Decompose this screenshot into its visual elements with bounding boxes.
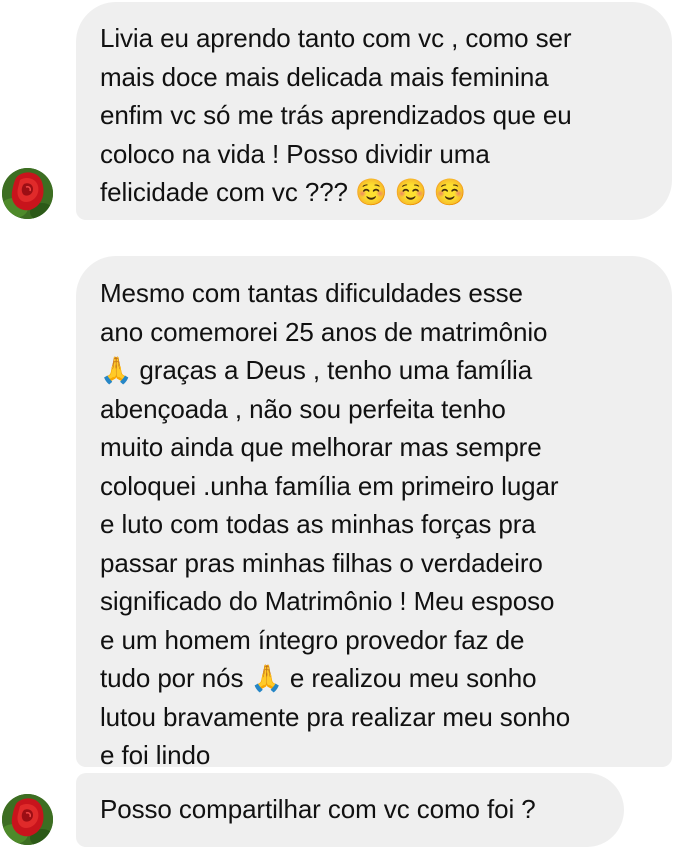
message-text-line: enfim vc só me trás aprendizados que eu — [100, 100, 572, 130]
message-bubble[interactable]: Mesmo com tantas dificuldades esse ano c… — [76, 256, 672, 770]
message-bubble[interactable]: Livia eu aprendo tanto com vc , como ser… — [76, 2, 672, 220]
message-text-line: abençoada , não sou perfeita tenho — [100, 393, 506, 424]
message-text-line: e um homem íntegro provedor faz de — [100, 624, 525, 655]
message-text-line: tudo por nós 🙏 e realizou meu sonho — [100, 663, 537, 693]
message-text-line: Livia eu aprendo tanto com vc , como ser — [100, 23, 572, 53]
rose-icon — [2, 168, 53, 219]
message-text-line: e foi lindo — [100, 740, 211, 770]
message-text-line: Posso compartilhar com vc como foi ? — [100, 794, 536, 824]
rose-icon — [2, 794, 53, 845]
message-text-line: passar pras minhas filhas o verdadeiro — [100, 547, 543, 578]
message-text-line: felicidade com vc ??? ☺️ ☺️ ☺️ — [100, 177, 467, 207]
message-text-line: 🙏 graças a Deus , tenho uma família — [100, 355, 533, 385]
message-text-line: ano comemorei 25 anos de matrimônio — [100, 316, 548, 347]
message-text-line: significado do Matrimônio ! Meu esposo — [100, 586, 555, 616]
message-text-line: mais doce mais delicada mais feminina — [100, 61, 549, 92]
message-text-line: e luto com todas as minhas forças pra — [100, 509, 536, 539]
message-text-line: muito ainda que melhorar mas sempre — [100, 432, 542, 462]
message-bubble[interactable]: Posso compartilhar com vc como foi ? — [76, 773, 624, 847]
message-text-line: Mesmo com tantas dificuldades esse — [100, 278, 523, 308]
red-rose-avatar-icon[interactable] — [2, 168, 53, 219]
message-text-line: coloquei .unha família em primeiro lugar — [100, 470, 559, 501]
red-rose-avatar-icon[interactable] — [2, 794, 53, 845]
message-text-line: lutou bravamente pra realizar meu sonho — [100, 701, 571, 732]
message-text-line: coloco na vida ! Posso dividir uma — [100, 138, 490, 169]
